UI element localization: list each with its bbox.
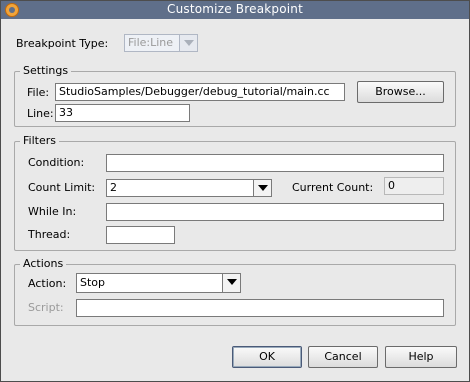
cancel-button[interactable]: Cancel bbox=[308, 346, 378, 368]
while-in-field[interactable] bbox=[106, 203, 444, 221]
help-button[interactable]: Help bbox=[385, 346, 457, 368]
settings-group-label: Settings bbox=[20, 64, 72, 77]
action-value: Stop bbox=[80, 276, 106, 289]
actions-group-label: Actions bbox=[20, 257, 67, 270]
breakpoint-type-label: Breakpoint Type: bbox=[16, 37, 109, 50]
chevron-down-icon[interactable] bbox=[253, 180, 271, 196]
condition-label: Condition: bbox=[28, 156, 85, 169]
script-field[interactable] bbox=[76, 299, 444, 317]
current-count-value: 0 bbox=[384, 177, 444, 195]
breakpoint-type-select[interactable]: File:Line bbox=[124, 34, 198, 52]
title-bar[interactable]: Customize Breakpoint bbox=[1, 1, 469, 19]
customize-breakpoint-dialog: Customize Breakpoint Breakpoint Type: Fi… bbox=[0, 0, 470, 382]
action-label: Action: bbox=[28, 277, 67, 290]
file-label: File: bbox=[27, 86, 50, 99]
while-in-label: While In: bbox=[28, 205, 77, 218]
count-limit-select[interactable]: 2 bbox=[106, 179, 272, 197]
window-title: Customize Breakpoint bbox=[167, 2, 303, 16]
chevron-down-icon[interactable] bbox=[179, 35, 197, 51]
current-count-label: Current Count: bbox=[292, 181, 374, 194]
chevron-down-icon[interactable] bbox=[222, 274, 240, 292]
ok-button[interactable]: OK bbox=[232, 346, 302, 368]
thread-field[interactable] bbox=[106, 226, 175, 244]
count-limit-label: Count Limit: bbox=[28, 181, 96, 194]
browse-button[interactable]: Browse... bbox=[357, 81, 444, 103]
breakpoint-type-value: File:Line bbox=[128, 36, 174, 49]
count-limit-value: 2 bbox=[110, 181, 117, 194]
script-label: Script: bbox=[28, 301, 64, 314]
line-label: Line: bbox=[27, 107, 54, 120]
thread-label: Thread: bbox=[28, 228, 71, 241]
file-path-field[interactable]: StudioSamples/Debugger/debug_tutorial/ma… bbox=[55, 83, 345, 101]
filters-group-label: Filters bbox=[20, 134, 59, 147]
line-number-field[interactable]: 33 bbox=[55, 104, 190, 122]
condition-field[interactable] bbox=[106, 154, 444, 172]
action-select[interactable]: Stop bbox=[76, 273, 241, 293]
